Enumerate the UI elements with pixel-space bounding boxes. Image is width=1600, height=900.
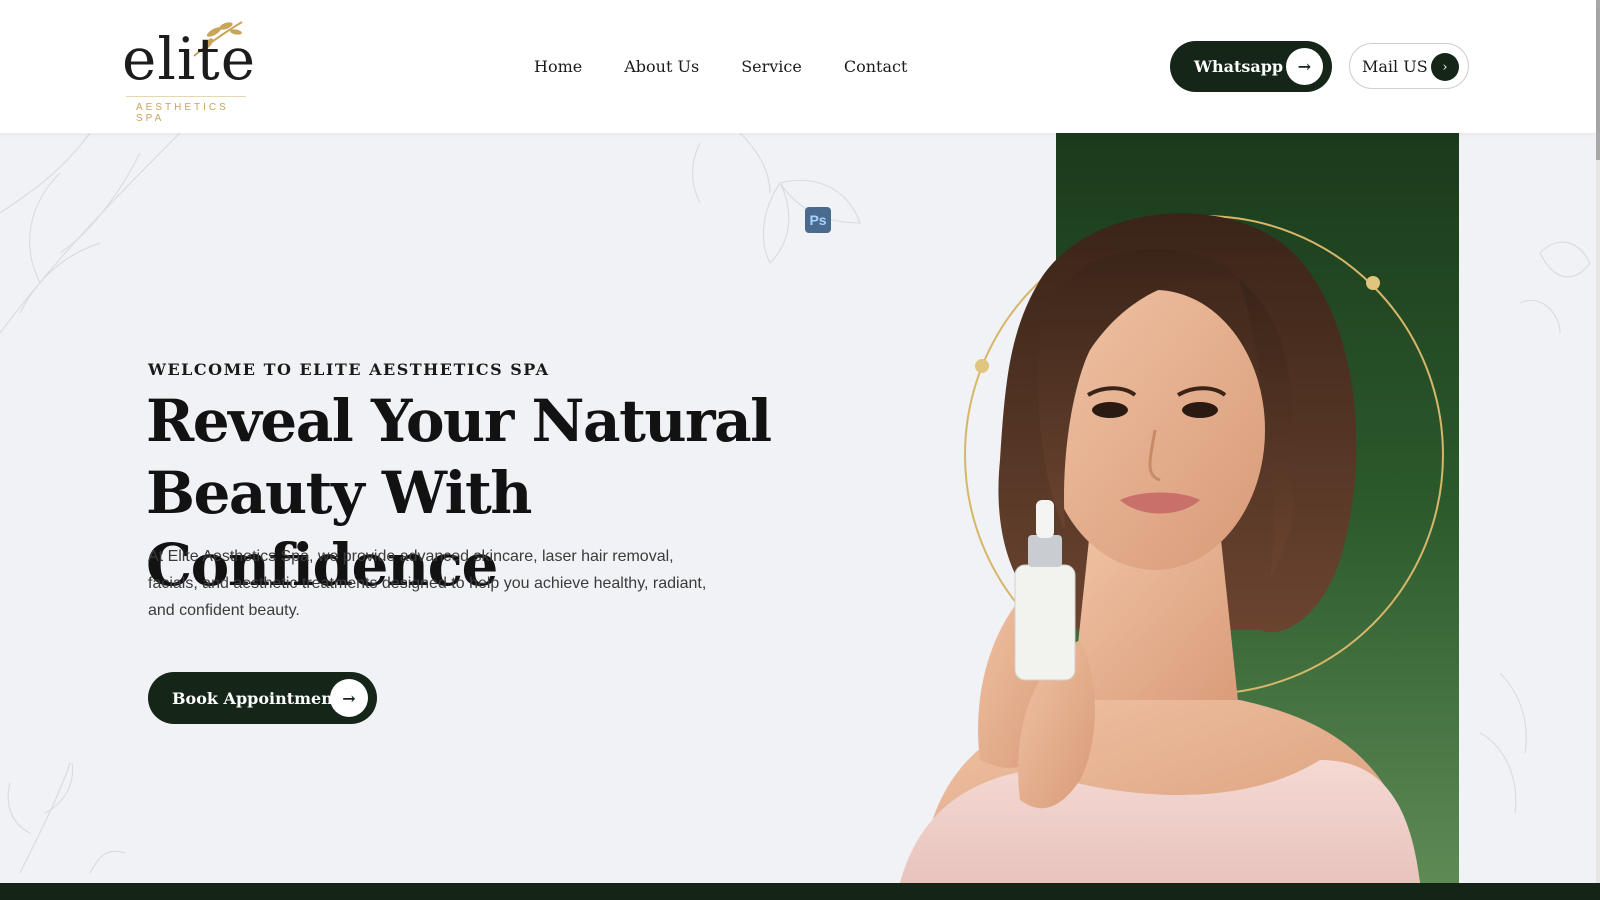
hero-description: At Elite Aesthetics Spa, we provide adva… [148, 548, 707, 619]
footer-strip [0, 883, 1600, 900]
whatsapp-button[interactable]: Whatsapp → [1170, 41, 1332, 92]
mail-us-button[interactable]: Mail US › [1349, 43, 1469, 89]
main-nav: Home About Us Service Contact [534, 57, 907, 76]
logo-divider [126, 96, 246, 97]
hero-eyebrow: WELCOME TO ELITE AESTHETICS SPA [148, 360, 550, 379]
arrow-right-icon: → [1286, 48, 1323, 85]
nav-about-us[interactable]: About Us [624, 57, 699, 76]
logo-subtitle: AESTHETICS SPA [136, 102, 229, 124]
scrollbar-thumb[interactable] [1596, 0, 1600, 160]
chevron-right-icon: › [1431, 53, 1459, 81]
nav-contact[interactable]: Contact [844, 57, 908, 76]
site-header: elite AESTHETICS SPA Home About Us Servi… [0, 0, 1596, 133]
photoshop-badge-icon: Ps [805, 207, 831, 233]
book-appointment-button[interactable]: Book Appointment → [148, 672, 377, 724]
nav-home[interactable]: Home [534, 57, 582, 76]
logo[interactable]: elite AESTHETICS SPA [122, 18, 257, 124]
logo-wordmark: elite [122, 25, 257, 93]
nav-service[interactable]: Service [741, 57, 802, 76]
whatsapp-button-label: Whatsapp [1194, 57, 1284, 76]
book-appointment-label: Book Appointment [172, 688, 341, 708]
arrow-right-icon: → [330, 679, 368, 717]
mail-us-button-label: Mail US [1362, 56, 1428, 76]
page-scrollbar[interactable] [1596, 0, 1600, 883]
hero-model-image [900, 213, 1420, 883]
hero-headline-line-1: Reveal Your Natural [146, 387, 772, 455]
